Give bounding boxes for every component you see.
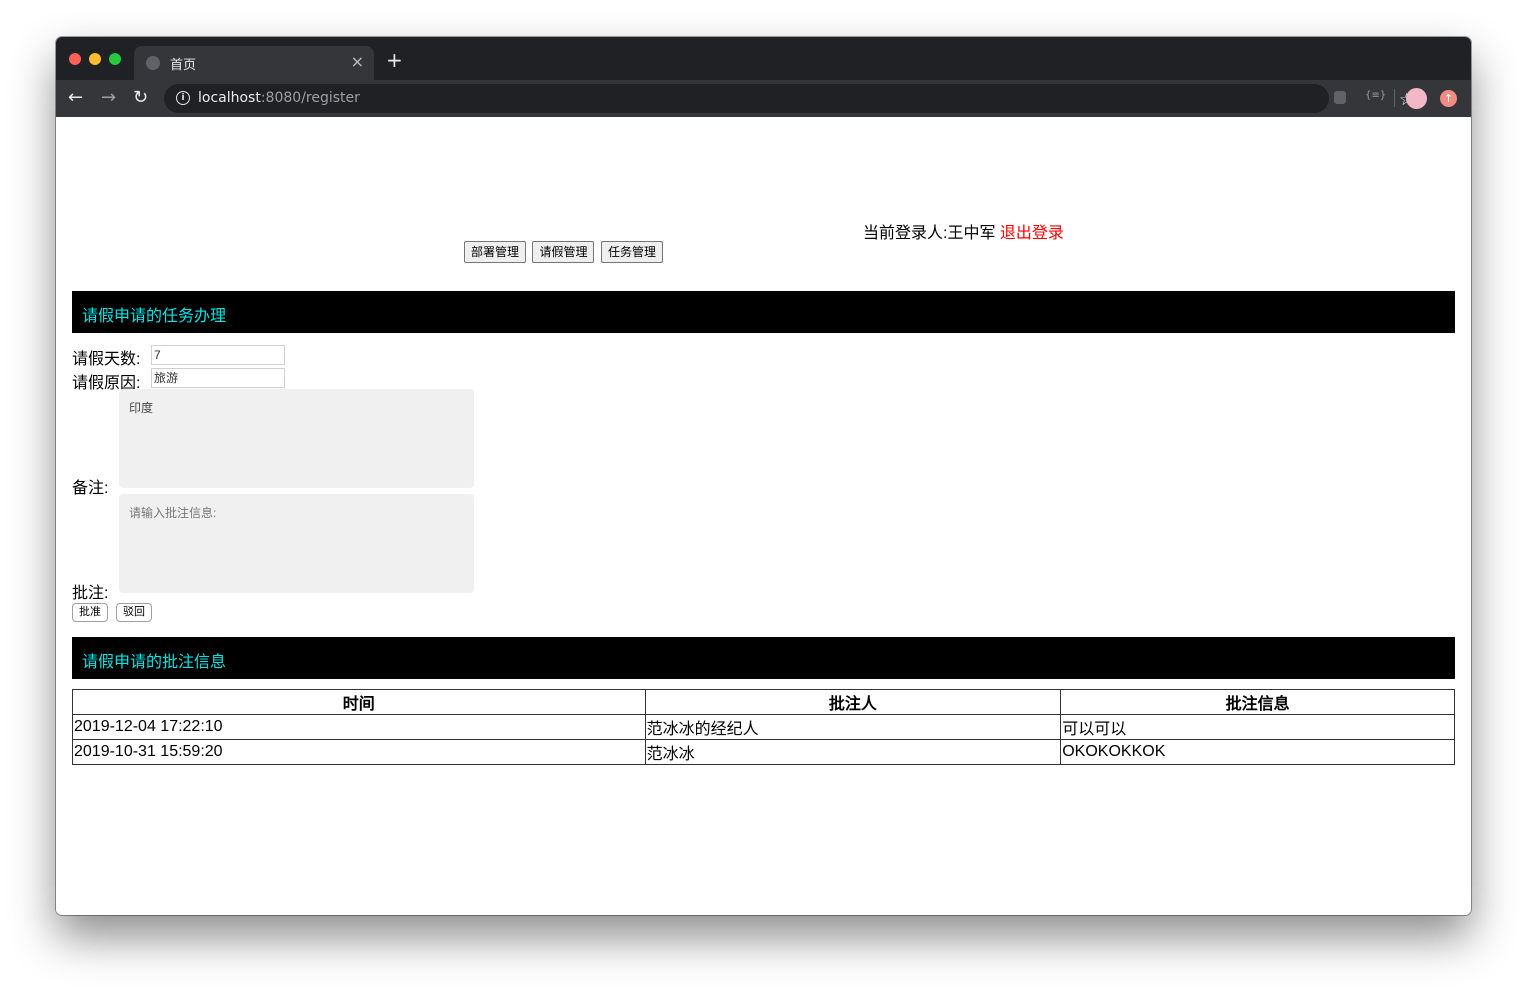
- maximize-window-button[interactable]: [109, 53, 121, 65]
- info-icon[interactable]: i: [176, 91, 190, 105]
- tab-strip: 首页 × +: [56, 37, 1471, 80]
- new-tab-button[interactable]: +: [386, 50, 403, 70]
- remark-label: 备注:: [72, 480, 109, 497]
- approve-button[interactable]: 批准: [72, 603, 108, 622]
- comment-table: 时间 批注人 批注信息 2019-12-04 17:22:10 范冰冰的经纪人 …: [72, 689, 1455, 765]
- update-icon[interactable]: ↑: [1440, 90, 1457, 107]
- address-bar[interactable]: i localhost:8080/register ☆: [164, 84, 1414, 113]
- leave-management-button[interactable]: 请假管理: [532, 241, 595, 263]
- tab-title: 首页: [170, 58, 197, 73]
- comment-section-title: 请假申请的批注信息: [82, 654, 227, 671]
- current-user-name: 王中军: [947, 225, 996, 242]
- browser-window: 首页 × + ← → ↻ i localhost:8080/register ☆…: [56, 37, 1471, 915]
- table-row: 2019-10-31 15:59:20 范冰冰 OKOKOKKOK: [72, 739, 1455, 765]
- table-row: 2019-12-04 17:22:10 范冰冰的经纪人 可以可以: [72, 714, 1455, 740]
- main-menu: 部署管理 请假管理 任务管理: [464, 241, 665, 263]
- reject-button[interactable]: 驳回: [116, 603, 152, 622]
- page-content: 当前登录人:王中军 退出登录 部署管理 请假管理 任务管理 请假申请的任务办理 …: [56, 117, 1471, 915]
- task-management-button[interactable]: 任务管理: [600, 241, 663, 263]
- login-prefix: 当前登录人:: [863, 225, 948, 242]
- tab-close-icon[interactable]: ×: [351, 52, 364, 71]
- remark-textarea[interactable]: 印度: [119, 389, 474, 488]
- leave-days-label: 请假天数:: [72, 351, 141, 368]
- evernote-extension-icon[interactable]: [1334, 91, 1346, 104]
- minimize-window-button[interactable]: [89, 53, 101, 65]
- deploy-management-button[interactable]: 部署管理: [464, 241, 527, 263]
- logout-link[interactable]: 退出登录: [1000, 225, 1064, 242]
- task-section-title: 请假申请的任务办理: [82, 308, 227, 325]
- reload-icon[interactable]: ↻: [133, 88, 148, 108]
- toolbar-divider: [1394, 89, 1395, 107]
- leave-reason-input[interactable]: 旅游: [151, 368, 285, 388]
- forward-arrow-icon[interactable]: →: [101, 88, 116, 108]
- column-header-time: 时间: [72, 689, 646, 715]
- cell-commenter: 范冰冰: [644, 739, 1062, 765]
- leave-days-input[interactable]: 7: [151, 345, 285, 365]
- cell-time: 2019-12-04 17:22:10: [72, 714, 646, 740]
- login-info: 当前登录人:王中军 退出登录: [863, 219, 1064, 243]
- cell-comment: 可以可以: [1060, 714, 1455, 740]
- url-path: :8080/register: [260, 90, 360, 106]
- browser-tab[interactable]: 首页 ×: [134, 46, 374, 80]
- cell-time: 2019-10-31 15:59:20: [72, 739, 646, 765]
- close-window-button[interactable]: [69, 53, 81, 65]
- cell-comment: OKOKOKKOK: [1060, 739, 1455, 765]
- json-extension-icon[interactable]: {≡}: [1365, 90, 1386, 101]
- cell-commenter: 范冰冰的经纪人: [644, 714, 1062, 740]
- back-arrow-icon[interactable]: ←: [68, 88, 83, 108]
- browser-toolbar: ← → ↻ i localhost:8080/register ☆ {≡} ↑: [56, 80, 1471, 117]
- task-section-header: 请假申请的任务办理: [72, 291, 1455, 333]
- column-header-comment: 批注信息: [1060, 689, 1455, 715]
- comment-section-header: 请假申请的批注信息: [72, 637, 1455, 679]
- comment-textarea[interactable]: 请输入批注信息:: [119, 494, 474, 593]
- url-text[interactable]: localhost:8080/register: [198, 90, 360, 106]
- url-host: localhost: [198, 90, 261, 106]
- profile-avatar[interactable]: [1406, 88, 1427, 109]
- globe-icon: [146, 56, 160, 70]
- table-header-row: 时间 批注人 批注信息: [72, 689, 1455, 715]
- column-header-commenter: 批注人: [644, 689, 1062, 715]
- comment-label: 批注:: [72, 585, 109, 602]
